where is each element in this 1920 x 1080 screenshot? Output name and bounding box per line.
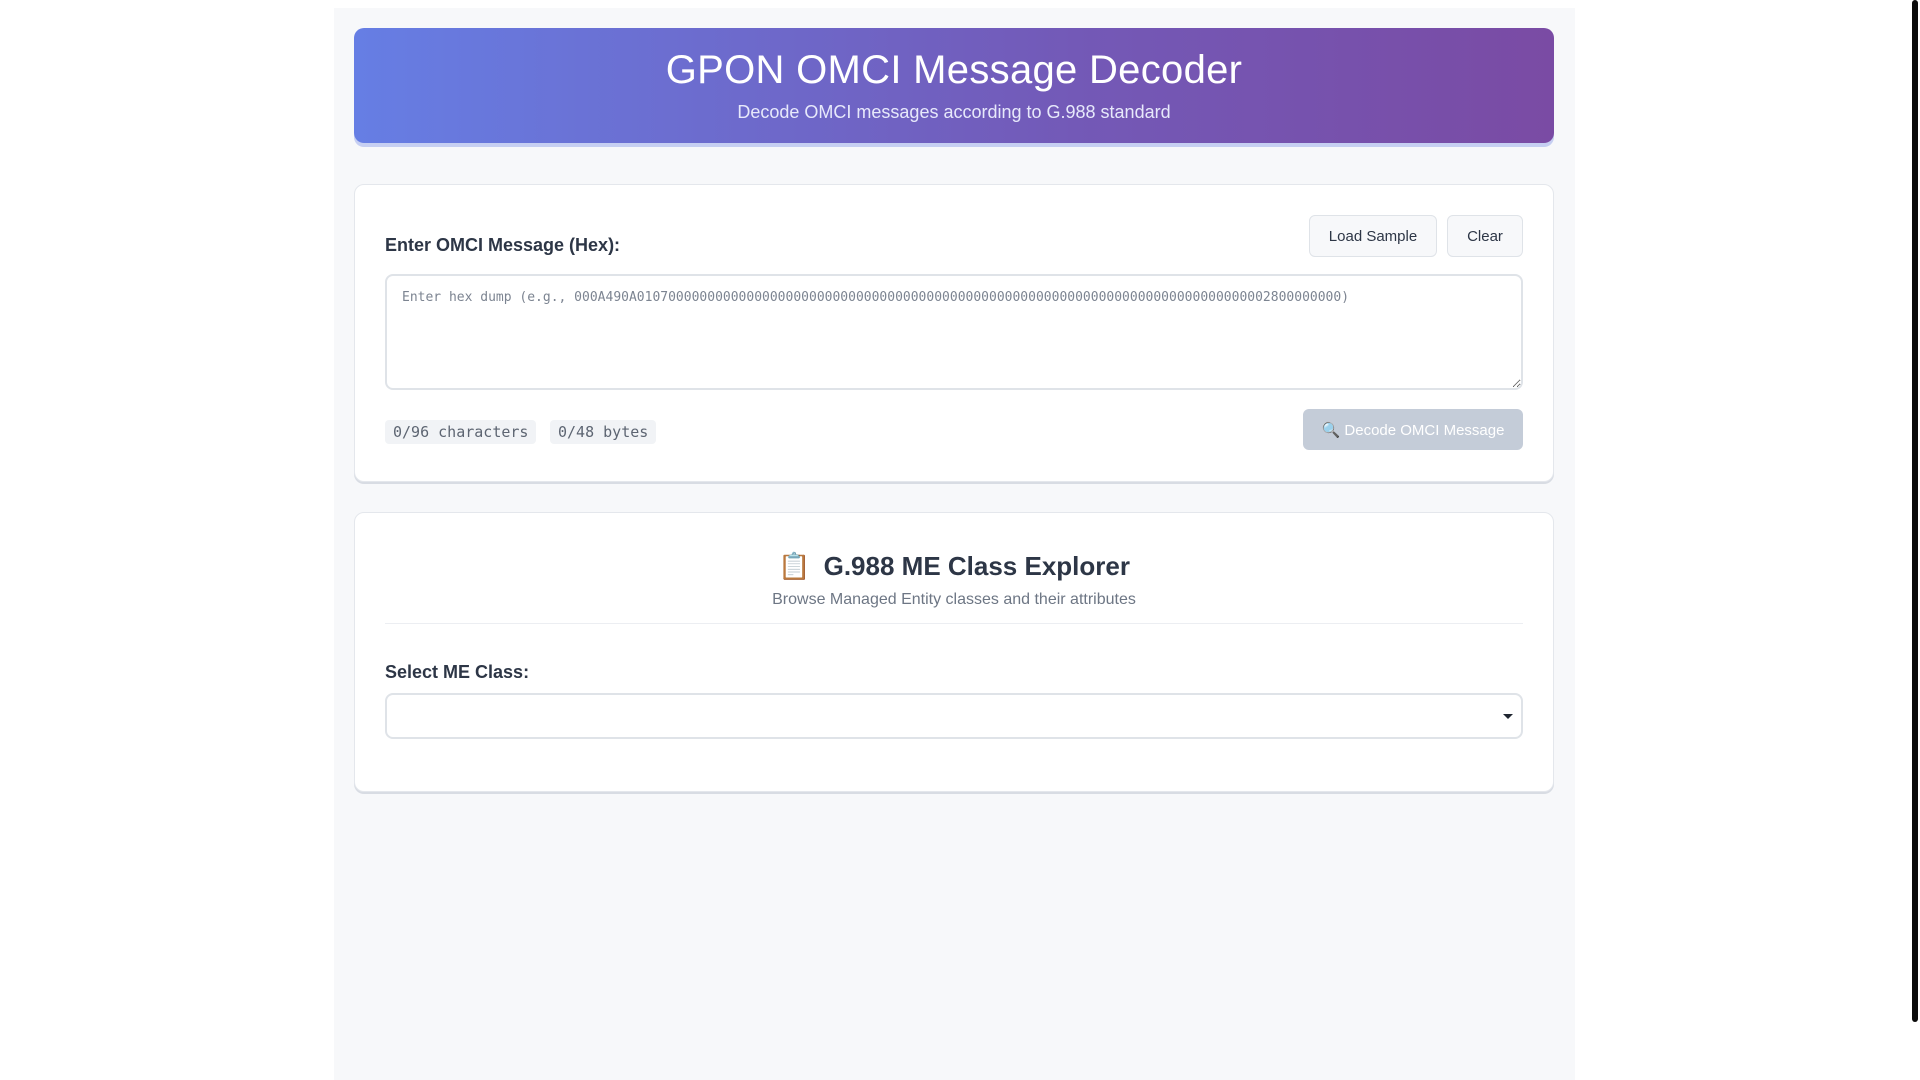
explorer-heading: 📋 G.988 ME Class Explorer xyxy=(355,551,1553,582)
chevron-down-icon xyxy=(1503,714,1513,719)
me-class-select[interactable] xyxy=(385,693,1523,739)
vertical-scrollbar[interactable] xyxy=(1910,0,1920,1080)
explorer-subtitle: Browse Managed Entity classes and their … xyxy=(772,591,1136,608)
clipboard-icon: 📋 xyxy=(778,551,811,581)
magnifier-icon: 🔍 xyxy=(1321,421,1341,439)
app-header: GPON OMCI Message Decoder Decode OMCI me… xyxy=(354,28,1554,143)
me-class-select-label: Select ME Class: xyxy=(385,662,530,682)
message-input-card: Enter OMCI Message (Hex): Load Sample Cl… xyxy=(354,184,1554,482)
load-sample-button[interactable]: Load Sample xyxy=(1309,215,1437,257)
byte-counter: 0/48 bytes xyxy=(550,420,657,444)
clear-button[interactable]: Clear xyxy=(1447,215,1523,257)
app-container: GPON OMCI Message Decoder Decode OMCI me… xyxy=(334,8,1575,1080)
explorer-title: G.988 ME Class Explorer xyxy=(823,551,1130,581)
scrollbar-thumb[interactable] xyxy=(1912,0,1918,1022)
decode-button-label: Decode OMCI Message xyxy=(1344,421,1505,439)
section-divider xyxy=(385,623,1523,624)
page-title: GPON OMCI Message Decoder xyxy=(665,48,1243,92)
me-class-explorer-card: 📋 G.988 ME Class Explorer Browse Managed… xyxy=(354,512,1554,792)
hex-input-label: Enter OMCI Message (Hex): xyxy=(385,235,621,255)
page-subtitle: Decode OMCI messages according to G.988 … xyxy=(737,102,1171,122)
decode-button[interactable]: 🔍 Decode OMCI Message xyxy=(1303,409,1523,450)
hex-message-input[interactable] xyxy=(385,274,1523,390)
character-counter: 0/96 characters xyxy=(385,420,537,444)
